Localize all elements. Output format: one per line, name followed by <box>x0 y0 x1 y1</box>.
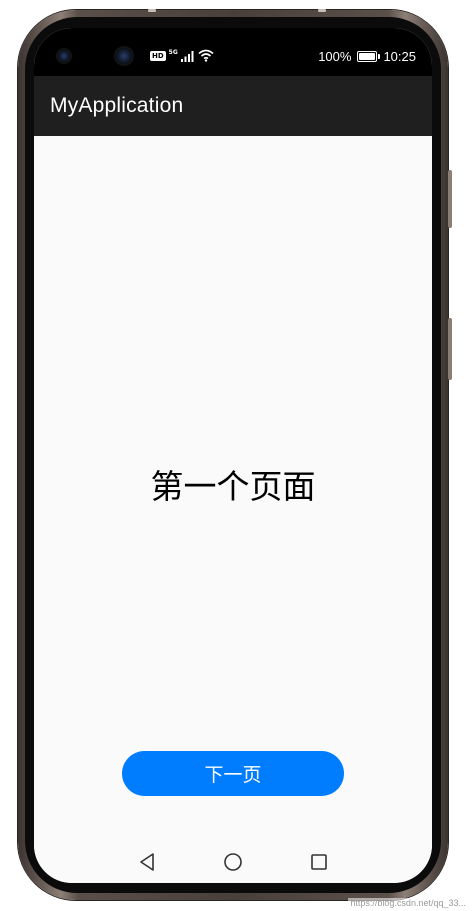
power-button <box>448 318 452 380</box>
volume-button <box>448 170 452 228</box>
battery-percent: 100% <box>318 48 352 64</box>
app-bar: MyApplication <box>34 76 432 136</box>
next-page-button[interactable]: 下一页 <box>122 751 344 796</box>
page-heading: 第一个页面 <box>150 467 316 506</box>
signal-icon <box>180 47 195 66</box>
frame-mark <box>148 9 156 12</box>
main-content: 第一个页面 下一页 <box>34 136 432 839</box>
navigation-bar <box>34 839 432 883</box>
battery-fill <box>359 52 376 60</box>
status-right: 100% 10:25 <box>318 47 416 65</box>
clock: 10:25 <box>383 48 416 64</box>
network-type-label: 5G <box>168 49 178 56</box>
frame-mark <box>318 9 326 12</box>
status-bar: HD 5G 100% 10:25 <box>34 28 432 76</box>
recent-apps-icon[interactable] <box>308 851 330 873</box>
device-stage: HD 5G 100% 10:25 MyApplication 第一个页面 下一页… <box>0 0 474 911</box>
app-title: MyApplication <box>50 94 184 117</box>
screen: HD 5G 100% 10:25 MyApplication 第一个页面 下一页 <box>34 28 432 883</box>
status-indicators: HD 5G <box>150 48 214 64</box>
front-camera-icon <box>58 50 70 62</box>
back-icon[interactable] <box>136 851 158 873</box>
wifi-icon <box>198 47 214 66</box>
hd-badge: HD <box>150 51 166 61</box>
home-icon[interactable] <box>222 851 244 873</box>
watermark: https://blog.csdn.net/qq_33... <box>348 898 468 908</box>
battery-icon <box>357 50 381 62</box>
front-camera-icon <box>116 48 132 64</box>
